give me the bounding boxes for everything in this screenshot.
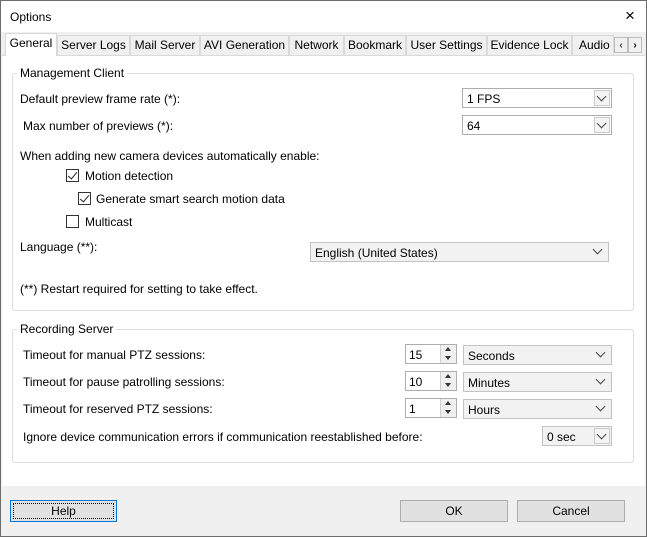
smart-search-label: Generate smart search motion data: [96, 192, 285, 206]
manual-ptz-value: 15: [409, 348, 423, 362]
chevron-down-icon: [594, 428, 610, 444]
ignore-errors-label: Ignore device communication errors if co…: [23, 430, 423, 444]
reserved-ptz-stepper[interactable]: 1: [405, 398, 457, 418]
tab-server-logs[interactable]: Server Logs: [57, 35, 130, 55]
multicast-label: Multicast: [85, 215, 133, 229]
cancel-button[interactable]: Cancel: [517, 500, 625, 522]
language-select[interactable]: English (United States): [310, 242, 609, 262]
tab-general[interactable]: General: [5, 33, 57, 56]
chevron-down-icon: [594, 90, 610, 106]
max-previews-select[interactable]: 64: [462, 115, 612, 135]
reserved-ptz-value: 1: [409, 402, 416, 416]
manual-ptz-label: Timeout for manual PTZ sessions:: [23, 348, 206, 362]
pause-patrol-label: Timeout for pause patrolling sessions:: [23, 375, 225, 389]
frame-rate-label: Default preview frame rate (*):: [20, 92, 181, 106]
chevron-down-icon: [594, 374, 610, 390]
checkmark-icon: [79, 192, 90, 203]
tab-mail-server[interactable]: Mail Server: [130, 35, 200, 55]
tab-avi-generation[interactable]: AVI Generation: [200, 35, 289, 55]
max-previews-label: Max number of previews (*):: [23, 119, 174, 133]
tab-scroll-left-icon[interactable]: ‹: [614, 37, 628, 53]
language-value: English (United States): [315, 246, 438, 260]
chevron-down-icon: [591, 244, 607, 260]
tab-strip: General Server Logs Mail Server AVI Gene…: [1, 32, 646, 56]
focus-ring: [13, 503, 114, 519]
tab-network[interactable]: Network: [289, 35, 344, 55]
tab-user-settings[interactable]: User Settings: [406, 35, 487, 55]
language-label: Language (**):: [20, 240, 98, 254]
ignore-errors-select[interactable]: 0 sec: [542, 426, 612, 446]
stepper-down-icon[interactable]: [440, 354, 456, 363]
pause-patrol-unit-value: Minutes: [468, 376, 511, 390]
general-tab-panel: Management Client Default preview frame …: [2, 55, 645, 486]
pause-patrol-value: 10: [409, 375, 423, 389]
tab-evidence-lock[interactable]: Evidence Lock: [487, 35, 572, 55]
reserved-ptz-unit-value: Hours: [468, 403, 501, 417]
smart-search-checkbox[interactable]: [78, 192, 91, 205]
pause-patrol-stepper[interactable]: 10: [405, 371, 457, 391]
management-client-title: Management Client: [17, 66, 128, 80]
stepper-down-icon[interactable]: [440, 408, 456, 417]
frame-rate-value: 1 FPS: [467, 92, 501, 106]
manual-ptz-unit-value: Seconds: [468, 349, 515, 363]
checkmark-icon: [67, 169, 78, 180]
close-icon[interactable]: ×: [617, 4, 643, 28]
reserved-ptz-unit-select[interactable]: Hours: [463, 399, 612, 419]
pause-patrol-unit-select[interactable]: Minutes: [463, 372, 612, 392]
frame-rate-select[interactable]: 1 FPS: [462, 88, 612, 108]
options-dialog: Options × General Server Logs Mail Serve…: [0, 0, 647, 537]
auto-enable-label: When adding new camera devices automatic…: [20, 149, 320, 163]
manual-ptz-unit-select[interactable]: Seconds: [463, 345, 612, 365]
tab-scroll-right-icon[interactable]: ›: [628, 37, 642, 53]
tab-audio[interactable]: Audio I: [572, 35, 614, 55]
motion-detection-label: Motion detection: [85, 169, 174, 183]
help-button[interactable]: Help: [10, 500, 117, 522]
chevron-down-icon: [594, 347, 610, 363]
motion-detection-checkbox[interactable]: [66, 169, 79, 182]
stepper-down-icon[interactable]: [440, 381, 456, 390]
ignore-errors-value: 0 sec: [547, 430, 576, 444]
tab-bookmark[interactable]: Bookmark: [344, 35, 406, 55]
chevron-down-icon: [594, 117, 610, 133]
restart-note: (**) Restart required for setting to tak…: [20, 282, 258, 296]
recording-server-title: Recording Server: [17, 322, 117, 336]
window-title: Options: [10, 10, 52, 24]
multicast-checkbox[interactable]: [66, 215, 79, 228]
title-bar: Options ×: [1, 1, 646, 32]
reserved-ptz-label: Timeout for reserved PTZ sessions:: [23, 402, 213, 416]
chevron-down-icon: [594, 401, 610, 417]
manual-ptz-stepper[interactable]: 15: [405, 344, 457, 364]
max-previews-value: 64: [467, 119, 481, 133]
ok-button[interactable]: OK: [400, 500, 508, 522]
